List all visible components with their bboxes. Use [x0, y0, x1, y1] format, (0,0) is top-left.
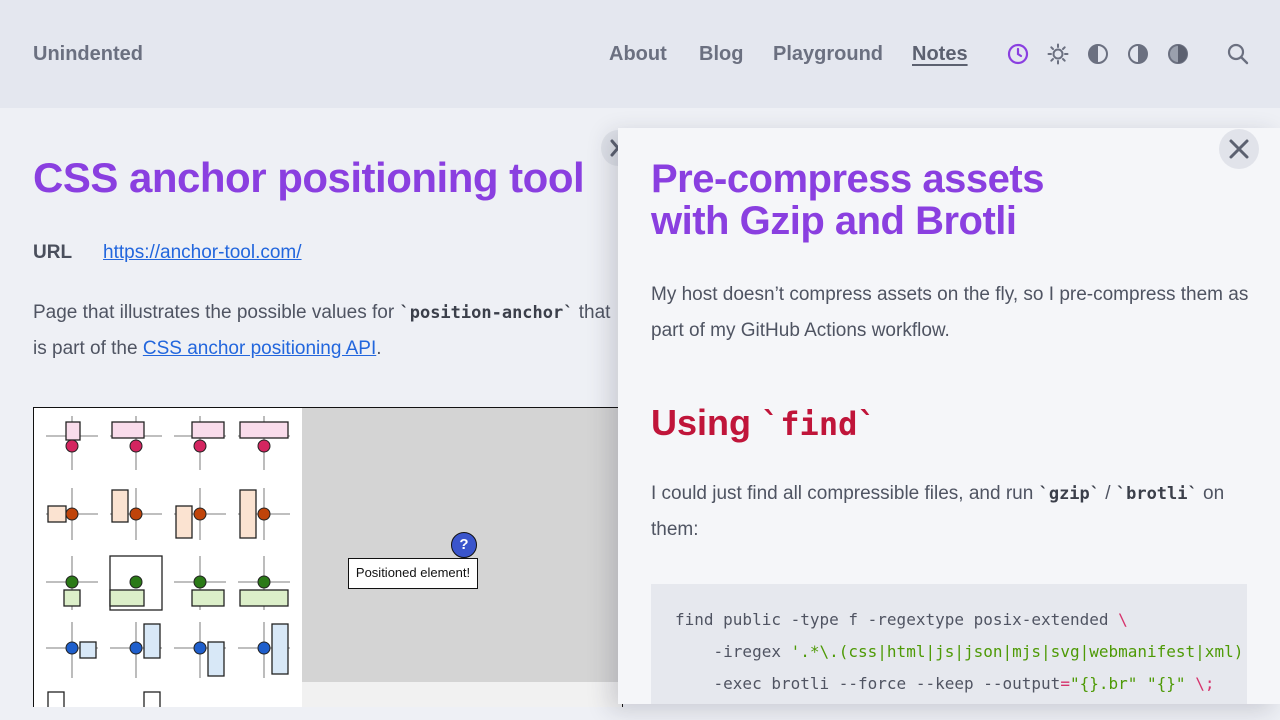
positioned-element-box: Positioned element! [348, 558, 478, 589]
code-line: -exec brotli --force --keep --output="{}… [675, 674, 1215, 693]
right-note-intro: My host doesn’t compress assets on the f… [651, 284, 1249, 341]
url-label: URL [33, 242, 73, 263]
url-link[interactable]: https://anchor-tool.com/ [103, 242, 302, 264]
left-note-description: Page that illustrates the possible value… [33, 295, 623, 367]
preview-area: ? Positioned element! [302, 408, 622, 707]
anchor-tool-screenshot: ? Positioned element! [33, 407, 623, 707]
code-string: '.*\.(css|html|js|json|mjs|svg|webmanife… [790, 642, 1244, 661]
code-string: "{}" [1147, 674, 1186, 693]
right-note-title: Pre-compress assets with Gzip and Brotli [651, 158, 1044, 242]
left-note-title: CSS anchor positioning tool [33, 154, 585, 201]
code-block[interactable]: find public -type f -regextype posix-ext… [651, 584, 1247, 704]
code-operator: = [1060, 674, 1070, 693]
contrast-medium-icon[interactable] [1126, 42, 1150, 66]
clock-icon[interactable] [1006, 42, 1030, 66]
heading-code: `find` [761, 405, 877, 443]
close-note-button[interactable] [1219, 129, 1259, 169]
code-string: "{}.br" [1069, 674, 1138, 693]
search-icon[interactable] [1226, 42, 1250, 66]
api-link[interactable]: CSS anchor positioning API [143, 338, 376, 359]
close-icon [1229, 139, 1249, 159]
para-text: I could just find all compressible files… [651, 483, 1039, 504]
desc-text: . [376, 338, 382, 359]
code-text: -iregex [675, 642, 791, 661]
inline-code: `brotli` [1115, 484, 1198, 504]
contrast-high-icon[interactable] [1166, 42, 1190, 66]
nav-blog[interactable]: Blog [699, 43, 743, 66]
sun-icon[interactable] [1046, 42, 1070, 66]
title-line: with Gzip and Brotli [651, 199, 1017, 243]
para-text: / [1100, 483, 1116, 504]
code-text: find public -type f -regextype posix-ext… [675, 610, 1119, 629]
nav-about[interactable]: About [609, 43, 667, 66]
inline-code: `position-anchor` [399, 303, 574, 323]
site-brand[interactable]: Unindented [33, 43, 143, 66]
nav-notes[interactable]: Notes [912, 43, 968, 66]
code-line: find public -type f -regextype posix-ext… [675, 610, 1128, 629]
title-line: Pre-compress assets [651, 157, 1044, 201]
code-continuation: \; [1185, 674, 1215, 693]
contrast-low-icon[interactable] [1086, 42, 1110, 66]
right-note-paragraph: I could just find all compressible files… [651, 476, 1251, 548]
anchor-grid-illustration [34, 408, 302, 707]
inline-code: `gzip` [1038, 484, 1101, 504]
section-heading-using-find: Using `find` [651, 402, 877, 444]
code-continuation: \ [1118, 610, 1128, 629]
top-navigation-bar: Unindented About Blog Playground Notes [0, 0, 1280, 108]
code-text: -exec brotli --force --keep --output [675, 674, 1061, 693]
preview-footer [302, 682, 622, 707]
heading-text: Using [651, 402, 762, 443]
code-line: -iregex '.*\.(css|html|js|json|mjs|svg|w… [675, 642, 1244, 661]
desc-text: Page that illustrates the possible value… [33, 302, 400, 323]
nav-playground[interactable]: Playground [773, 43, 883, 66]
anchor-question-marker: ? [451, 532, 477, 558]
